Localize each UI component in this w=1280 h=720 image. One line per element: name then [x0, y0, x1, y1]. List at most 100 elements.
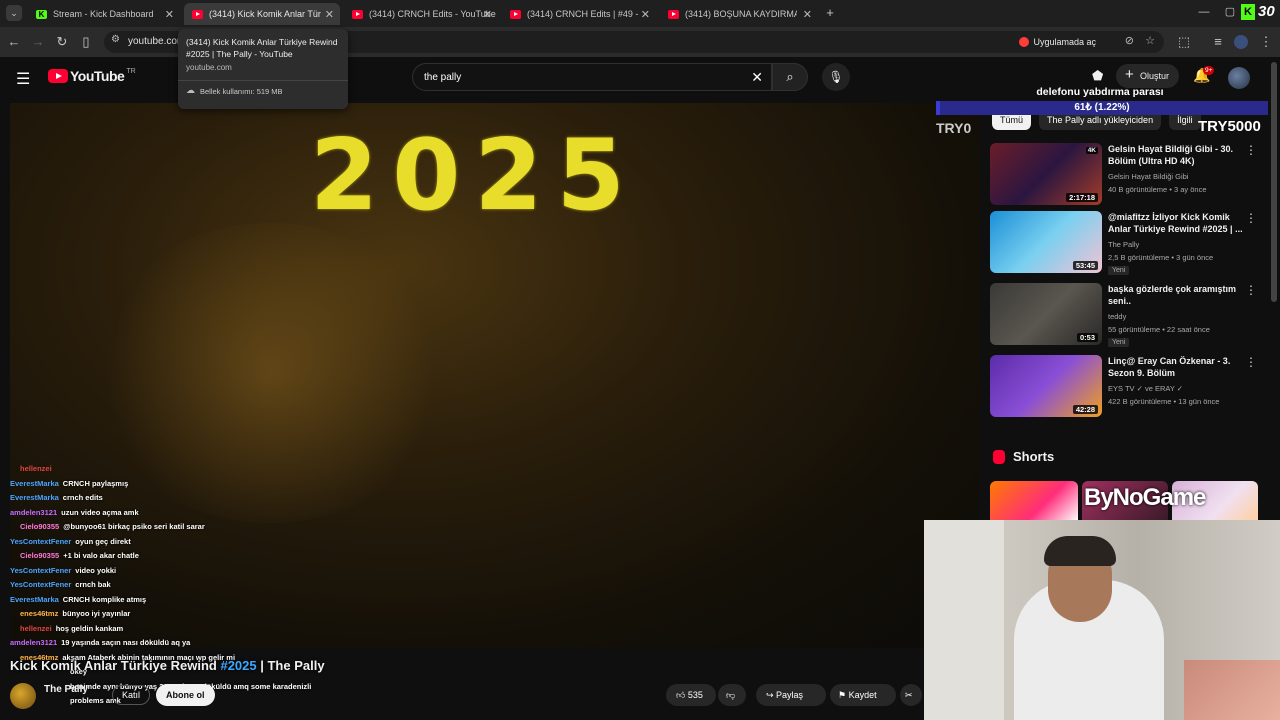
save-button[interactable]: ⚑ Kaydet: [830, 684, 896, 706]
chat-username: YesContextFener: [10, 580, 72, 589]
recommendation-title[interactable]: başka gözlerde çok aramıştım seni..: [1108, 283, 1248, 307]
chat-text: uzun video açma amk: [61, 507, 139, 517]
recommendation-channel[interactable]: Gelsin Hayat Bildiği Gibi: [1108, 172, 1188, 181]
more-options-icon[interactable]: ⋮: [1245, 283, 1257, 297]
tab-hover-card: (3414) Kick Komik Anlar Türkiye Rewind #…: [178, 29, 348, 109]
tab-kick-komik-anlar[interactable]: (3414) Kick Komik Anlar Türkiye ✕: [184, 3, 340, 25]
back-arrow-icon[interactable]: ←: [6, 34, 22, 50]
youtube-logo[interactable]: YouTube TR: [48, 68, 136, 84]
video-thumbnail[interactable]: 42:28: [990, 355, 1102, 417]
recommendation-channel[interactable]: teddy: [1108, 312, 1126, 321]
media-icon[interactable]: ≡: [1210, 34, 1226, 50]
new-badge: Yeni: [1108, 266, 1130, 275]
share-button[interactable]: ↪ Paylaş: [756, 684, 826, 706]
tab-kick-dashboard[interactable]: K Stream - Kick Dashboard ✕: [28, 3, 180, 25]
recommendation-item[interactable]: 4K 2:17:18 Gelsin Hayat Bildiği Gibi - 3…: [990, 143, 1265, 207]
duration-badge: 53:45: [1072, 261, 1098, 270]
close-icon[interactable]: ✕: [483, 8, 492, 21]
thumbs-up-icon: 👍︎: [676, 690, 688, 700]
video-thumbnail[interactable]: 53:45: [990, 211, 1102, 273]
overlay-brand-number: 30: [1258, 3, 1275, 20]
profile-avatar-icon[interactable]: [1234, 35, 1248, 49]
chat-message: amdelen3121 uzun video açma amk: [0, 506, 320, 521]
recommendation-channel[interactable]: The Pally: [1108, 240, 1139, 249]
donation-end-label: TRY5000: [1198, 118, 1261, 135]
webcam-blanket: [1184, 660, 1280, 720]
recommendation-title[interactable]: @miafitzz İzliyor Kick Komik Anlar Türki…: [1108, 211, 1248, 235]
video-overlay-year: 2025: [310, 119, 639, 233]
minimize-icon[interactable]: —: [1196, 4, 1212, 20]
tab-bosuna-kaydirma[interactable]: (3414) BOŞUNA KAYDIRMA 58 ✕: [660, 3, 818, 25]
voice-search-icon[interactable]: 🎙: [822, 63, 850, 91]
scrollbar[interactable]: [1271, 62, 1277, 302]
video-thumbnail[interactable]: 4K 2:17:18: [990, 143, 1102, 205]
account-avatar[interactable]: [1228, 67, 1250, 89]
recommendation-item[interactable]: 42:28 Linç@ Eray Can Özkenar - 3. Sezon …: [990, 355, 1265, 419]
bookmark-star-icon[interactable]: ☆: [1145, 34, 1155, 47]
youtube-app-icon: [1019, 37, 1030, 47]
tab-crnch-edits[interactable]: (3414) CRNCH Edits - YouTube ✕: [344, 3, 498, 25]
chat-username: amdelen3121: [10, 638, 58, 647]
subscribe-button[interactable]: Abone ol: [156, 684, 215, 706]
close-icon[interactable]: ✕: [325, 8, 334, 21]
chat-username: YesContextFener: [10, 536, 72, 546]
video-title: Kick Komik Anlar Türkiye Rewind #2025 | …: [10, 658, 325, 673]
more-options-icon[interactable]: ⋮: [1245, 211, 1257, 225]
chat-username: Cielo90355: [20, 551, 60, 560]
donation-progress-bar: 61₺ (1.22%): [936, 101, 1268, 115]
chat-text: +1 bi valo akar chatle: [63, 551, 139, 560]
forward-arrow-icon[interactable]: →: [30, 34, 46, 50]
hamburger-menu-icon[interactable]: ☰: [16, 69, 30, 89]
chat-message: YesContextFener crnch bak: [0, 578, 320, 593]
chat-username: YesContextFener: [10, 565, 72, 575]
tab-crnch-edits-49[interactable]: (3414) CRNCH Edits | #49 - You ✕: [502, 3, 656, 25]
recommendation-title[interactable]: Gelsin Hayat Bildiği Gibi - 30. Bölüm (U…: [1108, 143, 1248, 167]
chat-message: hellenzei: [0, 462, 320, 477]
memory-usage-text: Bellek kullanımı: 519 MB: [186, 85, 340, 96]
chat-message: hellenzei hoş geldin kankam: [0, 622, 320, 637]
clear-search-icon[interactable]: ✕: [751, 69, 763, 86]
youtube-icon: [668, 9, 679, 19]
more-options-icon[interactable]: ⋮: [1245, 143, 1257, 157]
create-button[interactable]: Oluştur: [1116, 63, 1180, 88]
site-info-icon[interactable]: ⚙: [111, 34, 120, 45]
search-button[interactable]: ⌕: [772, 63, 808, 91]
video-thumbnail[interactable]: 0:53: [990, 283, 1102, 345]
chat-username: hellenzei: [20, 623, 52, 633]
clip-button[interactable]: ✂: [900, 684, 922, 706]
more-menu-icon[interactable]: ⋮: [1258, 34, 1274, 50]
more-options-icon[interactable]: ⋮: [1245, 355, 1257, 369]
recommendation-meta: 55 görüntüleme • 22 saat önce: [1108, 325, 1210, 334]
recommendation-item[interactable]: 0:53 başka gözlerde çok aramıştım seni..…: [990, 283, 1265, 347]
sidebar-toggle-icon[interactable]: ▯: [78, 34, 94, 50]
close-icon[interactable]: ✕: [803, 8, 812, 21]
recommendation-meta: 422 B görüntüleme • 13 gün önce: [1108, 397, 1220, 406]
join-button[interactable]: Katıl: [112, 685, 151, 705]
hashtag-link[interactable]: #2025: [220, 658, 256, 673]
cast-icon[interactable]: ⬟: [1092, 68, 1103, 84]
chat-username: enes46tmz: [20, 609, 59, 618]
open-in-app-button[interactable]: Uygulamada aç: [1015, 34, 1102, 50]
channel-avatar[interactable]: [10, 683, 36, 709]
dislike-button[interactable]: 👎︎: [718, 684, 746, 706]
like-button[interactable]: 👍︎ 535: [666, 684, 716, 706]
recommendation-item[interactable]: 53:45 @miafitzz İzliyor Kick Komik Anlar…: [990, 211, 1265, 275]
chat-message: EverestMarka CRNCH paylaşmış: [0, 477, 320, 492]
maximize-icon[interactable]: ▢: [1222, 4, 1238, 20]
eye-off-icon[interactable]: ⊘: [1125, 34, 1134, 47]
close-icon[interactable]: ✕: [641, 8, 650, 21]
recommendation-title[interactable]: Linç@ Eray Can Özkenar - 3. Sezon 9. Böl…: [1108, 355, 1248, 379]
channel-name[interactable]: The Pally: [44, 684, 88, 695]
youtube-icon: [352, 9, 363, 19]
short-thumbnail[interactable]: [990, 481, 1078, 521]
chat-username: EverestMarka: [10, 594, 59, 604]
recommendation-channel[interactable]: EYS TV ✓ ve ERAY ✓: [1108, 384, 1183, 393]
chat-text: hoş geldin kankam: [55, 623, 124, 633]
close-icon[interactable]: ✕: [165, 8, 174, 21]
hovercard-divider: [178, 80, 348, 81]
tab-search-icon[interactable]: ⌄: [6, 5, 22, 21]
extensions-icon[interactable]: ⬚: [1176, 34, 1192, 50]
search-input[interactable]: the pally ✕: [412, 63, 772, 91]
reload-icon[interactable]: ↻: [54, 34, 70, 50]
new-tab-button[interactable]: +: [822, 5, 838, 21]
